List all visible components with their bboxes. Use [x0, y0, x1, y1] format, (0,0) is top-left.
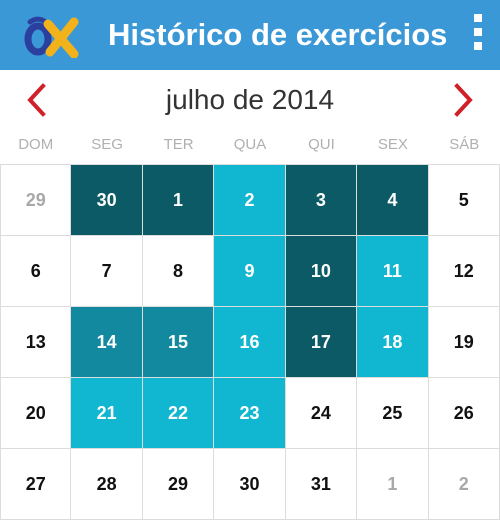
- calendar-day-cell[interactable]: 5: [428, 165, 500, 236]
- calendar-day-cell[interactable]: 29: [0, 165, 72, 236]
- calendar-day-cell[interactable]: 17: [285, 307, 358, 378]
- calendar-day-cell[interactable]: 3: [285, 165, 358, 236]
- chevron-left-icon: [27, 83, 46, 117]
- overflow-menu-icon[interactable]: [468, 14, 488, 58]
- weekday-label: QUA: [233, 136, 267, 153]
- calendar-day-cell[interactable]: 8: [142, 236, 215, 307]
- weekday-label: DOM: [18, 136, 54, 153]
- weekday-label: SEX: [377, 136, 408, 153]
- calendar-day-cell[interactable]: 29: [142, 449, 215, 520]
- calendar-day-cell[interactable]: 19: [428, 307, 500, 378]
- weekday-label: SEG: [91, 136, 123, 153]
- calendar-day-cell[interactable]: 25: [357, 378, 429, 449]
- weekday-label: QUI: [308, 136, 335, 153]
- calendar-day-cell[interactable]: 1: [357, 449, 429, 520]
- calendar-day-cell[interactable]: 4: [357, 165, 429, 236]
- previous-month-button[interactable]: [14, 78, 58, 122]
- calendar-day-cell[interactable]: 31: [285, 449, 358, 520]
- calendar-day-cell[interactable]: 30: [71, 165, 143, 236]
- calendar-day-cell[interactable]: 21: [71, 378, 143, 449]
- calendar-grid: 29 30 1 2 3 4 5 6 7 8 9 10 11 12 13 14 15 16 17 18 19 20 21 22 2…: [0, 164, 500, 520]
- weekday-label: SÁB: [449, 136, 480, 153]
- calendar-day-cell[interactable]: 2: [214, 165, 286, 236]
- calendar-day-cell[interactable]: 15: [142, 307, 215, 378]
- calendar-day-cell[interactable]: 6: [0, 236, 72, 307]
- calendar-day-cell[interactable]: 20: [0, 378, 72, 449]
- calendar-day-cell[interactable]: 7: [71, 236, 143, 307]
- calendar-day-cell[interactable]: 23: [214, 378, 286, 449]
- calendar-day-cell[interactable]: 27: [0, 449, 72, 520]
- calendar-day-cell[interactable]: 12: [428, 236, 500, 307]
- calendar-day-cell[interactable]: 11: [357, 236, 429, 307]
- weekday-header: DOM SEG TER QUA QUI SEX SÁB: [0, 130, 500, 160]
- calendar-day-cell[interactable]: 24: [285, 378, 358, 449]
- calendar-day-cell[interactable]: 22: [142, 378, 215, 449]
- next-month-button[interactable]: [442, 78, 486, 122]
- calendar-day-cell[interactable]: 13: [0, 307, 72, 378]
- app-title: Histórico de exercícios: [108, 17, 448, 52]
- alpha-logo-icon: [24, 12, 82, 59]
- calendar-day-cell[interactable]: 18: [357, 307, 429, 378]
- calendar-day-cell[interactable]: 2: [428, 449, 500, 520]
- weekday-label: TER: [163, 136, 194, 153]
- calendar-day-cell[interactable]: 28: [71, 449, 143, 520]
- calendar-day-cell[interactable]: 9: [214, 236, 286, 307]
- month-navigator: julho de 2014: [0, 70, 500, 130]
- calendar-day-cell[interactable]: 14: [71, 307, 143, 378]
- calendar-day-cell[interactable]: 26: [428, 378, 500, 449]
- app-bar: Histórico de exercícios: [0, 0, 500, 70]
- calendar-day-cell[interactable]: 1: [142, 165, 215, 236]
- chevron-right-icon: [454, 83, 473, 117]
- calendar-day-cell[interactable]: 10: [285, 236, 358, 307]
- calendar-day-cell[interactable]: 16: [214, 307, 286, 378]
- calendar-day-cell[interactable]: 30: [214, 449, 286, 520]
- month-label: julho de 2014: [165, 84, 335, 115]
